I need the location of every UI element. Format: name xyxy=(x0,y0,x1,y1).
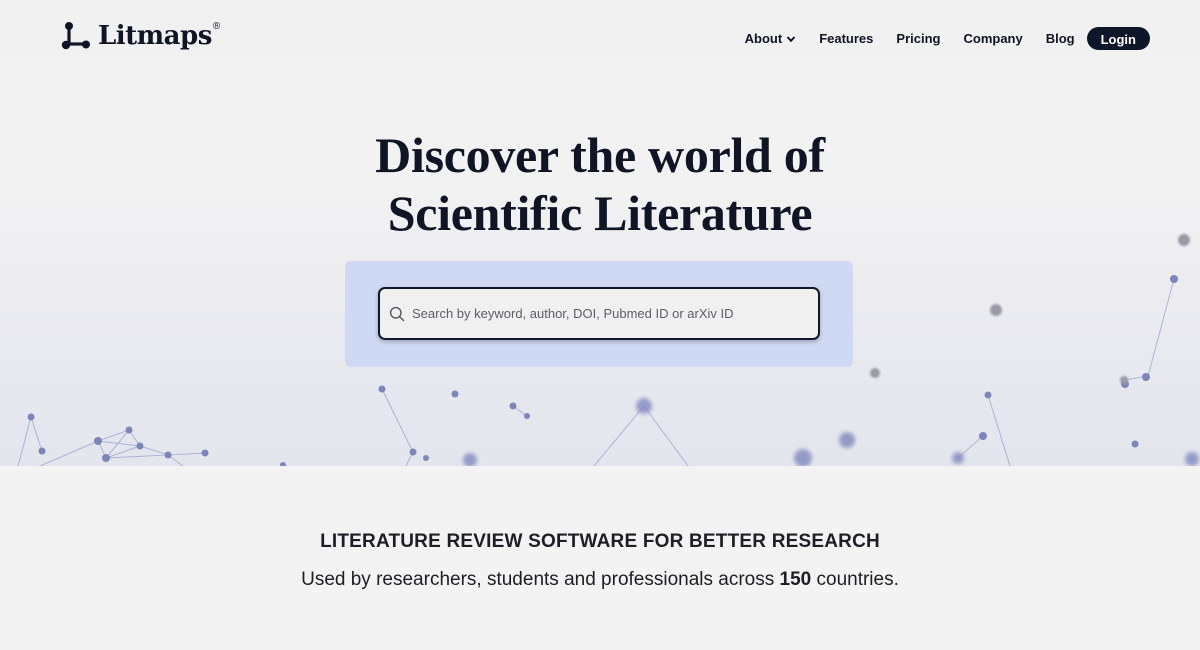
hero-headline-line-1: Discover the world of xyxy=(375,127,825,183)
page: Litmaps ® About Features Pricing Company … xyxy=(0,0,1200,650)
nav-item-blog[interactable]: Blog xyxy=(1046,31,1075,46)
top-navigation: Litmaps ® About Features Pricing Company … xyxy=(0,0,1200,80)
litmaps-logo-icon xyxy=(61,22,90,50)
search-icon xyxy=(389,306,405,321)
search-panel xyxy=(345,261,853,367)
nav-item-about[interactable]: About xyxy=(745,31,797,46)
nav-item-features[interactable]: Features xyxy=(819,31,873,46)
nav-item-about-label: About xyxy=(744,31,783,46)
hero-section: Litmaps ® About Features Pricing Company … xyxy=(0,0,1200,466)
section-subline: Used by researchers, students and profes… xyxy=(0,569,1200,591)
nav-item-pricing[interactable]: Pricing xyxy=(896,31,940,46)
hero-headline-line-2: Scientific Literature xyxy=(387,185,813,241)
subline-prefix: Used by researchers, students and profes… xyxy=(301,569,780,590)
subline-suffix: countries. xyxy=(811,569,899,590)
country-count: 150 xyxy=(779,569,812,590)
nav-links: About Features Pricing Company Blog Logi… xyxy=(745,27,1150,50)
litmaps-logo[interactable]: Litmaps ® xyxy=(60,20,220,52)
logo-wordmark: Litmaps xyxy=(98,21,212,51)
chevron-down-icon xyxy=(786,35,796,42)
registered-mark: ® xyxy=(212,20,221,32)
search-input[interactable] xyxy=(412,298,812,329)
login-button[interactable]: Login xyxy=(1086,27,1150,50)
hero-headline: Discover the world of Scientific Literat… xyxy=(0,126,1200,242)
section-tagline: LITERATURE REVIEW SOFTWARE FOR BETTER RE… xyxy=(320,531,880,552)
nav-item-company[interactable]: Company xyxy=(963,31,1022,46)
search-box[interactable] xyxy=(378,287,820,340)
